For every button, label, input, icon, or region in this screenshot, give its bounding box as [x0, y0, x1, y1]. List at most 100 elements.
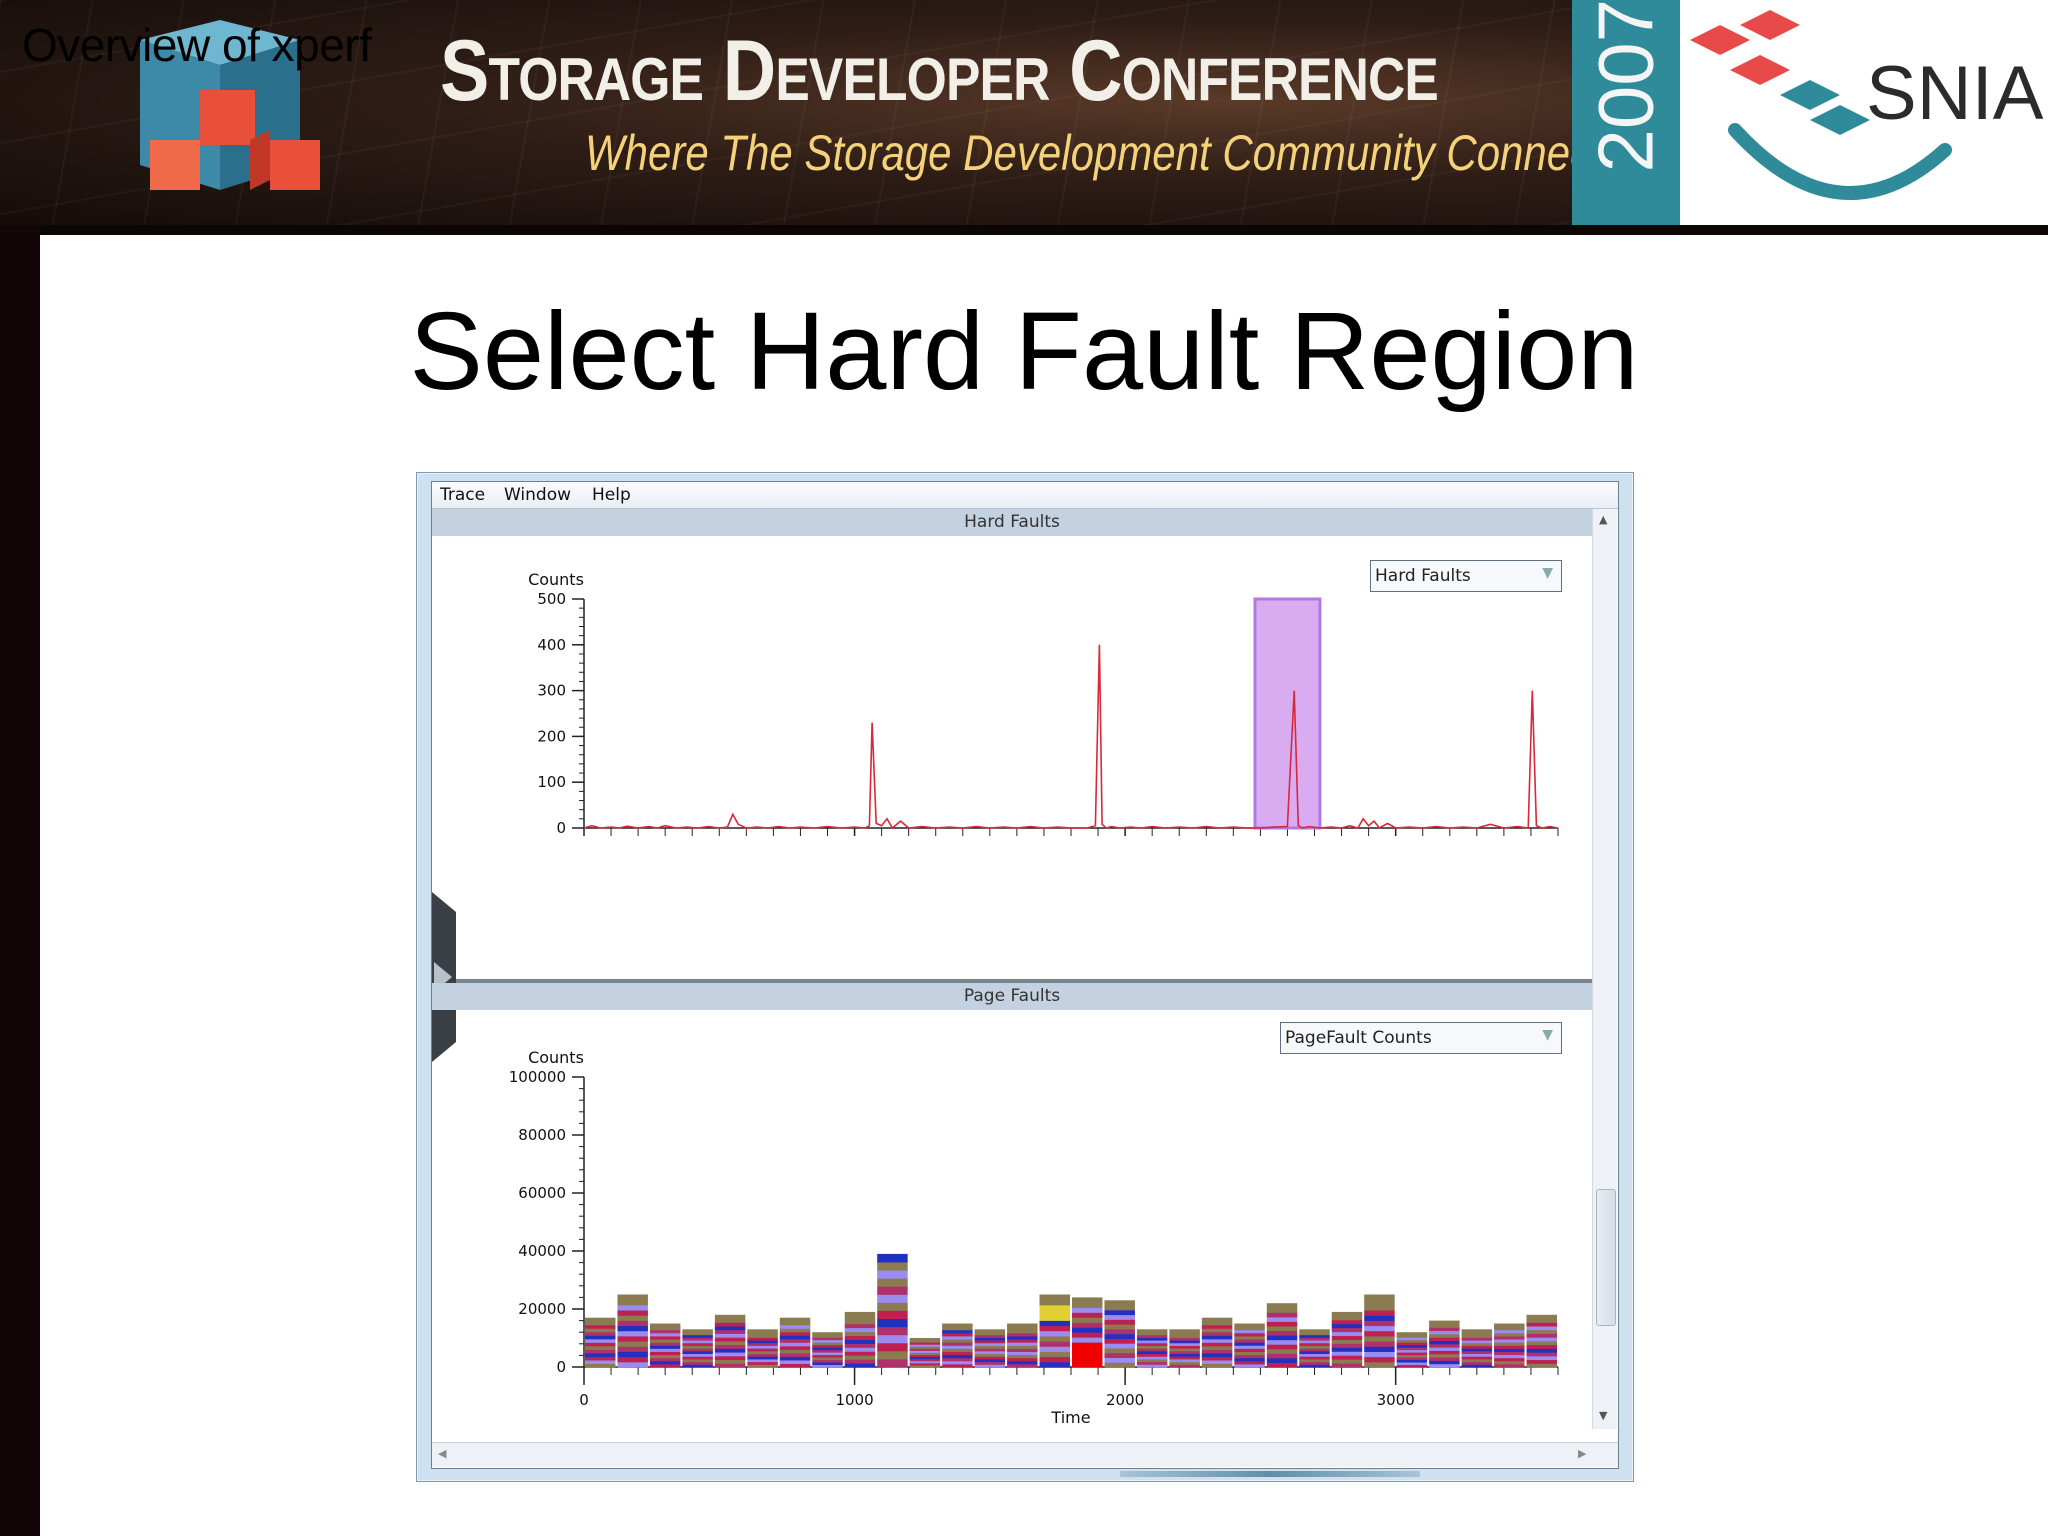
- taskbar-strip: [1120, 1471, 1420, 1477]
- xperf-window: Trace Window Help Hard Faults Hard Fault…: [416, 472, 1634, 1482]
- bar-segment: [779, 1324, 811, 1329]
- page-fault-bar[interactable]: [1396, 1332, 1428, 1368]
- page-fault-bar[interactable]: [812, 1332, 843, 1368]
- bar-segment: [877, 1334, 908, 1344]
- slide-left-bar: [0, 225, 40, 1536]
- bar-segment: [1494, 1357, 1525, 1362]
- page-fault-bar[interactable]: [1169, 1329, 1200, 1368]
- bar-segment: [1526, 1337, 1557, 1342]
- scroll-right-icon[interactable]: ▶: [1578, 1447, 1586, 1460]
- bar-segment: [649, 1360, 681, 1365]
- page-fault-bar[interactable]: [877, 1253, 908, 1368]
- bar-segment: [877, 1310, 908, 1320]
- x-tick-label: 1000: [835, 1391, 873, 1409]
- page-fault-bar[interactable]: [1364, 1294, 1395, 1368]
- bar-segment: [1331, 1359, 1363, 1364]
- bar-segment: [1007, 1360, 1038, 1365]
- bar-segment: [585, 1345, 616, 1350]
- bar-segment: [585, 1363, 616, 1368]
- bar-segment: [1007, 1363, 1038, 1368]
- bar-segment: [1234, 1357, 1265, 1362]
- bar-segment: [1039, 1335, 1070, 1342]
- bar-segment: [1266, 1330, 1298, 1336]
- scroll-down-icon[interactable]: ▼: [1599, 1409, 1607, 1422]
- page-fault-bar[interactable]: [1494, 1323, 1525, 1368]
- bar-segment: [1364, 1356, 1395, 1363]
- bar-segment: [1364, 1294, 1395, 1301]
- page-fault-bar[interactable]: [1461, 1329, 1493, 1368]
- page-fault-bar[interactable]: [1039, 1294, 1070, 1368]
- bar-segment: [844, 1319, 876, 1325]
- page-fault-bar[interactable]: [1299, 1329, 1330, 1368]
- y-tick-label: 200: [537, 727, 566, 745]
- bar-segment: [942, 1335, 973, 1340]
- scroll-up-icon[interactable]: ▲: [1599, 513, 1607, 526]
- x-tick-label: 2000: [1106, 1391, 1144, 1409]
- page-fault-bar[interactable]: [909, 1338, 941, 1368]
- page-fault-bar[interactable]: [1266, 1303, 1298, 1368]
- bar-segment: [1364, 1320, 1395, 1327]
- bar-segment: [1429, 1330, 1460, 1335]
- page-fault-bar[interactable]: [1201, 1317, 1233, 1368]
- bar-segment: [1266, 1321, 1298, 1327]
- menu-window[interactable]: Window: [504, 485, 571, 505]
- bar-segment: [1072, 1347, 1103, 1353]
- horizontal-scrollbar[interactable]: ◀ ▶: [432, 1442, 1618, 1467]
- page-fault-bar[interactable]: [1429, 1320, 1460, 1368]
- page-fault-bar[interactable]: [682, 1329, 713, 1368]
- vertical-scrollbar-thumb[interactable]: [1596, 1189, 1616, 1326]
- bar-segment: [1104, 1347, 1135, 1354]
- bar-segment: [1072, 1302, 1103, 1308]
- bar-segment: [812, 1332, 843, 1336]
- bar-segment: [942, 1357, 973, 1362]
- bar-segment: [1007, 1323, 1038, 1328]
- bar-segment: [1072, 1362, 1103, 1368]
- bar-segment: [1201, 1324, 1233, 1329]
- bar-segment: [649, 1351, 681, 1356]
- bar-segment: [1429, 1347, 1460, 1351]
- page-faults-chart[interactable]: 0 20000 40000 60000 80000 100000 0 1000 2000 3000…: [432, 1010, 1592, 1440]
- menu-trace[interactable]: Trace: [440, 485, 485, 505]
- page-fault-bar[interactable]: [779, 1317, 811, 1368]
- page-fault-bar[interactable]: [1072, 1297, 1103, 1368]
- bar-segment: [714, 1322, 746, 1327]
- bar-segment: [877, 1350, 908, 1360]
- page-fault-bar[interactable]: [942, 1323, 973, 1368]
- page-fault-bar[interactable]: [974, 1329, 1006, 1368]
- page-fault-bar[interactable]: [1331, 1311, 1363, 1368]
- bar-segment: [585, 1328, 616, 1333]
- bar-segment: [1429, 1343, 1460, 1348]
- y-tick-label: 0: [556, 819, 566, 836]
- page-fault-bar[interactable]: [1234, 1323, 1265, 1368]
- bar-segment: [1494, 1354, 1525, 1359]
- page-fault-bar[interactable]: [1526, 1314, 1557, 1368]
- bar-segment: [1331, 1343, 1363, 1348]
- bar-segment: [942, 1348, 973, 1352]
- menu-help[interactable]: Help: [592, 485, 631, 505]
- bar-segment: [1104, 1357, 1135, 1363]
- bar-segment: [585, 1342, 616, 1347]
- vertical-scrollbar[interactable]: ▲ ▼: [1592, 509, 1617, 1429]
- bar-segment: [1364, 1315, 1395, 1321]
- page-fault-bar[interactable]: [1136, 1329, 1168, 1368]
- page-fault-bar[interactable]: [1104, 1300, 1135, 1368]
- bar-segment: [844, 1311, 876, 1317]
- page-fault-bar[interactable]: [714, 1314, 746, 1368]
- bar-segment: [714, 1340, 746, 1346]
- page-fault-bar[interactable]: [1007, 1323, 1038, 1368]
- page-fault-bar[interactable]: [617, 1294, 648, 1368]
- bar-segment: [1266, 1303, 1298, 1309]
- bar-segment: [1201, 1335, 1233, 1340]
- page-fault-bar[interactable]: [585, 1317, 616, 1368]
- bar-segment: [1007, 1348, 1038, 1352]
- page-fault-bar[interactable]: [747, 1329, 778, 1368]
- bar-segment: [844, 1347, 876, 1352]
- bar-segment: [1494, 1351, 1525, 1356]
- bar-segment: [844, 1351, 876, 1356]
- page-fault-bar[interactable]: [844, 1311, 876, 1368]
- hard-faults-chart[interactable]: 01002003004005000100020003000CountsTime: [432, 536, 1592, 836]
- page-fault-bar[interactable]: [649, 1323, 681, 1368]
- bar-segment: [1266, 1348, 1298, 1354]
- bar-segment: [1007, 1351, 1038, 1356]
- scroll-left-icon[interactable]: ◀: [438, 1447, 446, 1460]
